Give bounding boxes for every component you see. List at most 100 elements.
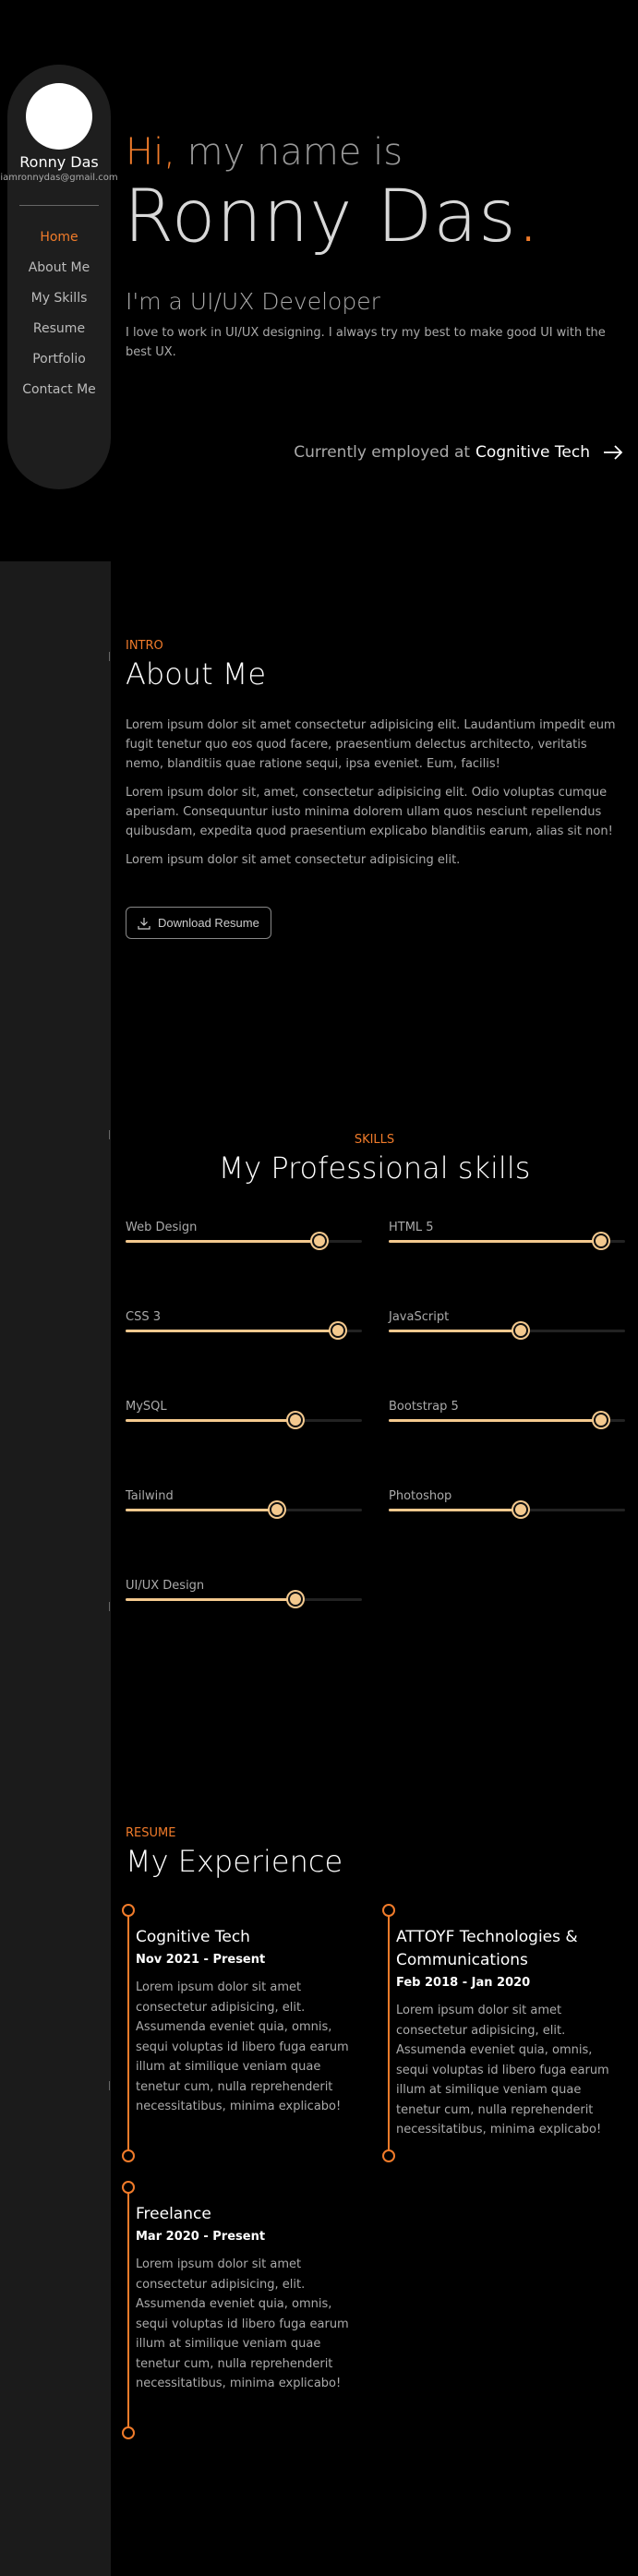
about-eyebrow: INTRO [126, 639, 163, 653]
skill-track [389, 1502, 625, 1517]
skill-track [389, 1413, 625, 1427]
skill-label: JavaScript [389, 1310, 450, 1324]
skill-fill [126, 1419, 296, 1422]
employed-link[interactable]: Currently employed at Cognitive Tech [294, 443, 623, 462]
experience-item: ATTOYF Technologies & Communications Feb… [382, 1904, 628, 2162]
skill-fill [126, 1240, 319, 1243]
skill-fill [126, 1509, 277, 1511]
skill-item: HTML 5 [389, 1221, 625, 1248]
avatar [26, 83, 92, 150]
skill-fill [126, 1598, 296, 1601]
timeline-dot [122, 1904, 135, 1917]
experience-title: Freelance [136, 2205, 211, 2223]
skill-fill [389, 1509, 522, 1511]
skill-track [126, 1413, 362, 1427]
skill-knob [311, 1234, 327, 1248]
about-paragraph: Lorem ipsum dolor sit amet consectetur a… [126, 853, 461, 867]
skill-item: Web Design [126, 1221, 362, 1248]
skill-track [389, 1323, 625, 1338]
about-paragraph: Lorem ipsum dolor sit, amet, consectetur… [126, 786, 613, 838]
skill-label: Bootstrap 5 [389, 1400, 459, 1414]
hero-name-text: Ronny Das [124, 175, 517, 259]
hero-name-dot: . [516, 175, 541, 259]
skill-knob [513, 1502, 529, 1517]
scroll-marker [109, 1602, 113, 1611]
hero-role: I'm a UI/UX Developer [126, 288, 380, 315]
hero-hi: Hi, [126, 131, 175, 174]
hero-intro: my name is [175, 131, 403, 174]
skill-item: CSS 3 [126, 1310, 362, 1338]
experience-text: Lorem ipsum dolor sit amet consectetur a… [136, 1980, 349, 2113]
skill-item: UI/UX Design [126, 1579, 362, 1607]
skill-fill [126, 1330, 339, 1332]
skill-item: Photoshop [389, 1489, 625, 1517]
nav-portfolio[interactable]: Portfolio [32, 352, 86, 367]
timeline-line [127, 1906, 129, 2161]
sidebar-nav: Home About Me My Skills Resume Portfolio… [22, 230, 96, 397]
sidebar-name: Ronny Das [19, 153, 99, 171]
skill-item: Tailwind [126, 1489, 362, 1517]
skill-item: JavaScript [389, 1310, 625, 1338]
about-section: INTRO About Me Lorem ipsum dolor sit ame… [126, 639, 624, 939]
experience-date: Feb 2018 - Jan 2020 [396, 1976, 531, 1990]
timeline-line [127, 2183, 129, 2438]
skills-title: My Professional skills [218, 1150, 531, 1186]
timeline-dot [382, 1904, 395, 1917]
skill-label: Web Design [126, 1221, 198, 1234]
download-icon [138, 917, 150, 930]
skill-label: HTML 5 [389, 1221, 434, 1234]
skill-knob [513, 1323, 529, 1338]
skill-track [126, 1592, 362, 1607]
nav-about-me[interactable]: About Me [29, 260, 90, 275]
skill-track [126, 1502, 362, 1517]
resume-title: My Experience [126, 1844, 343, 1879]
skill-knob [594, 1413, 609, 1427]
about-title: About Me [126, 656, 267, 692]
skill-track [389, 1234, 625, 1248]
skill-knob [288, 1413, 304, 1427]
skills-header: SKILLS My Professional skills [111, 1133, 638, 1186]
experience-date: Nov 2021 - Present [136, 1953, 266, 1967]
nav-home[interactable]: Home [40, 230, 78, 245]
sidebar: Ronny Das iamronnydas@gmail.com Home Abo… [0, 65, 118, 489]
timeline-dot [122, 2426, 135, 2439]
skill-fill [389, 1330, 522, 1332]
skill-item: Bootstrap 5 [389, 1400, 625, 1427]
skill-knob [594, 1234, 609, 1248]
timeline-dot [122, 2181, 135, 2194]
skill-knob [269, 1502, 284, 1517]
experience-date: Mar 2020 - Present [136, 2230, 266, 2244]
employed-prefix: Currently employed at [294, 443, 471, 462]
experience-text: Lorem ipsum dolor sit amet consectetur a… [136, 2257, 349, 2390]
about-paragraph: Lorem ipsum dolor sit amet consectetur a… [126, 718, 616, 771]
sidebar-divider [19, 205, 99, 206]
nav-contact-me[interactable]: Contact Me [22, 382, 96, 397]
download-resume-button[interactable]: Download Resume [126, 907, 271, 939]
skill-label: Photoshop [389, 1489, 452, 1503]
experience-item: Cognitive Tech Nov 2021 - Present Lorem … [122, 1904, 367, 2162]
arrow-right-icon [604, 445, 623, 460]
download-resume-label: Download Resume [158, 916, 259, 930]
hero-name: Ronny Das. [124, 175, 541, 259]
skill-knob [331, 1323, 346, 1338]
skill-fill [389, 1240, 602, 1243]
sidebar-email: iamronnydas@gmail.com [0, 173, 118, 183]
nav-my-skills[interactable]: My Skills [31, 291, 88, 306]
skill-track [126, 1323, 362, 1338]
experience-title: Cognitive Tech [136, 1928, 250, 1946]
timeline-dot [382, 2149, 395, 2162]
skill-fill [389, 1419, 602, 1422]
experience-item: Freelance Mar 2020 - Present Lorem ipsum… [122, 2181, 367, 2439]
skill-label: MySQL [126, 1400, 167, 1414]
skill-label: Tailwind [126, 1489, 174, 1503]
hero-greeting: Hi, my name is [126, 131, 403, 174]
resume-eyebrow: RESUME [126, 1826, 176, 1840]
timeline-dot [122, 2149, 135, 2162]
scroll-marker [109, 2081, 113, 2090]
skill-label: CSS 3 [126, 1310, 161, 1324]
scroll-marker [109, 652, 113, 661]
nav-resume[interactable]: Resume [33, 321, 85, 336]
skill-item: MySQL [126, 1400, 362, 1427]
employed-company: Cognitive Tech [475, 443, 590, 462]
timeline-line [388, 1906, 390, 2161]
